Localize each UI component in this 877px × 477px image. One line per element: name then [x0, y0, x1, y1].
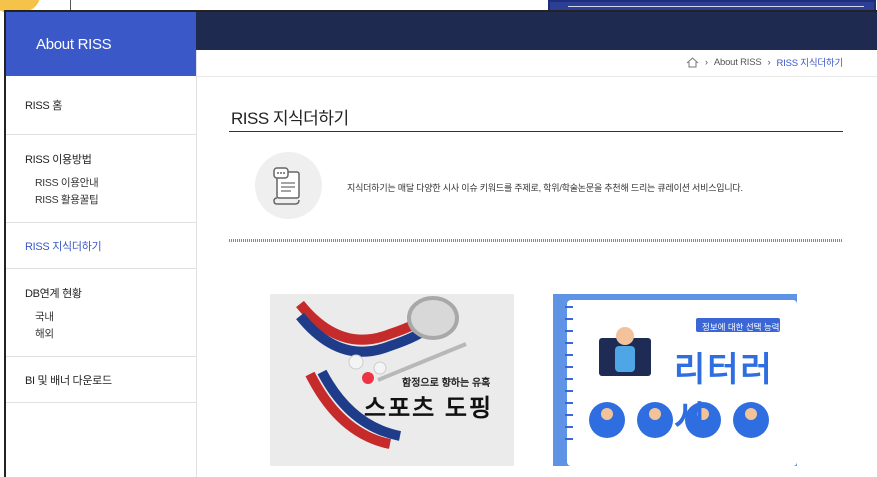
sidebar-subitem-overseas[interactable]: 해외 [25, 326, 196, 343]
sidebar-item-label: RISS 홈 [25, 100, 63, 112]
sidebar-item-label: BI 및 배너 다운로드 [25, 374, 112, 387]
sidebar-item-home[interactable]: RISS 홈 [6, 76, 196, 135]
sidebar-item-bi-download[interactable]: BI 및 배너 다운로드 [6, 357, 196, 403]
sidebar-item-label: DB연계 현황 [25, 288, 82, 300]
header-band [196, 12, 877, 50]
sidebar-item-db-status[interactable]: DB연계 현황 국내 해외 [6, 269, 196, 357]
dotted-divider [229, 239, 843, 242]
sidebar: About RISS RISS 홈 RISS 이용방법 RISS 이용안내 RI… [6, 12, 197, 477]
sidebar-subitem-domestic[interactable]: 국내 [25, 309, 196, 326]
sidebar-subitem-tips[interactable]: RISS 활용꿀팁 [25, 192, 196, 209]
breadcrumb-item[interactable]: About RISS [714, 57, 762, 68]
topic-card-doping[interactable]: 함정으로 향하는 유혹 스포츠 도핑 [270, 294, 514, 466]
document-chat-icon [255, 152, 322, 219]
sidebar-item-label: RISS 지식더하기 [25, 240, 102, 253]
breadcrumb-divider [197, 76, 877, 77]
sidebar-item-knowledge[interactable]: RISS 지식더하기 [6, 223, 196, 269]
card-title: 리터러시 [674, 351, 774, 438]
home-icon[interactable] [686, 56, 699, 68]
breadcrumb-current: RISS 지식더하기 [776, 58, 843, 69]
card-title: 스포츠 도핑 [364, 395, 494, 422]
sidebar-item-label: RISS 이용방법 [25, 154, 92, 166]
card-caption: 정보에 대한 선택 능력 [702, 322, 780, 332]
sidebar-item-usage[interactable]: RISS 이용방법 RISS 이용안내 RISS 활용꿀팁 [6, 135, 196, 223]
page-title: RISS 지식더하기 [231, 109, 349, 128]
breadcrumb: › About RISS › RISS 지식더하기 [686, 55, 843, 69]
intro-text: 지식더하기는 매달 다양한 시사 이슈 키워드를 주제로, 학위/학술논문을 추… [347, 183, 743, 193]
chevron-right-icon: › [704, 56, 708, 68]
sidebar-title: About RISS [6, 12, 196, 76]
sidebar-subitem-guide[interactable]: RISS 이용안내 [25, 175, 196, 192]
top-divider [70, 0, 71, 10]
chevron-right-icon: › [767, 56, 771, 68]
title-rule [229, 131, 843, 132]
topic-card-literacy[interactable]: 정보에 대한 선택 능력 리터러시 [553, 294, 797, 466]
card-caption: 함정으로 향하는 유혹 [402, 378, 491, 389]
